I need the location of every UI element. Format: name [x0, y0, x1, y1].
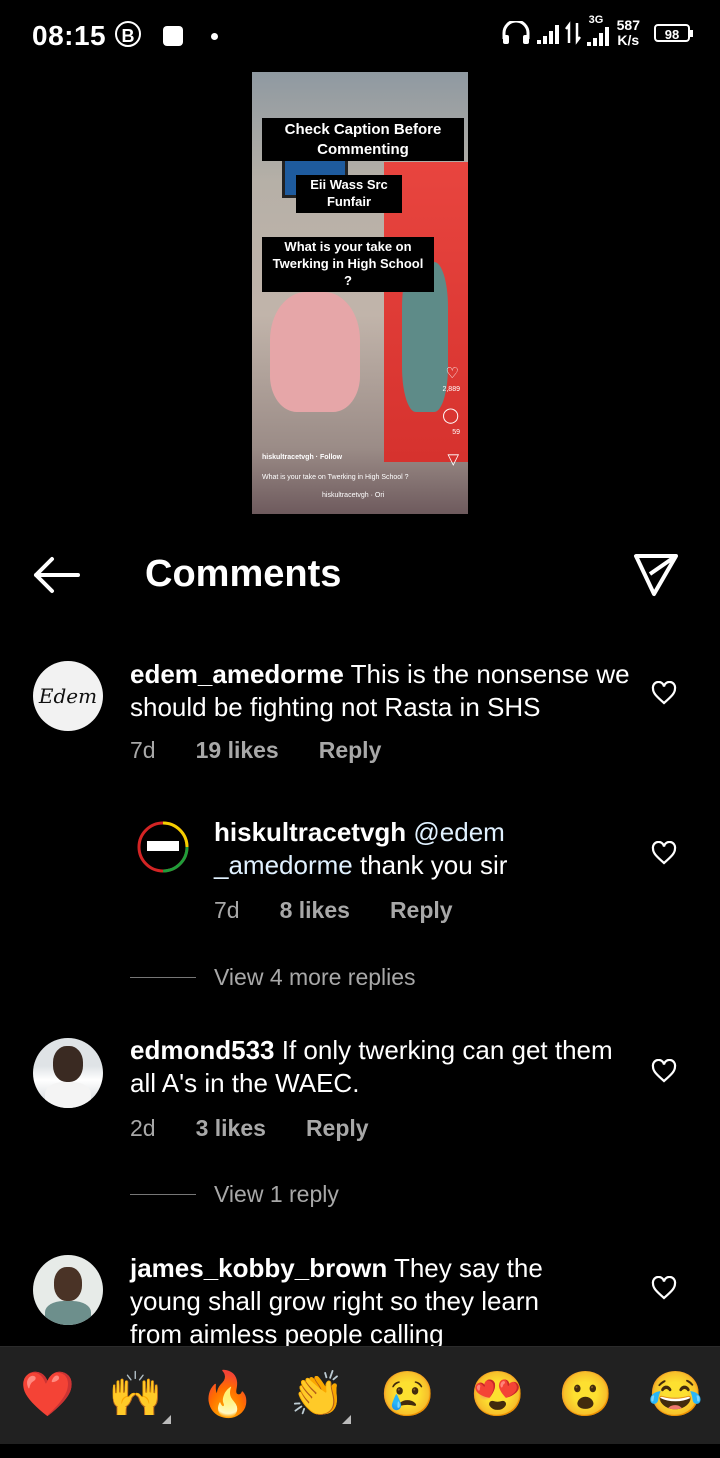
emoji-laughing-button[interactable]: 😂 — [648, 1369, 703, 1421]
send-icon[interactable] — [632, 552, 680, 598]
reply-meta: 7d 8 likes Reply — [214, 897, 453, 924]
comment-username[interactable]: james_kobby_brown — [130, 1253, 387, 1283]
reply-time: 7d — [214, 897, 240, 923]
comment-item: james_kobby_brown They say the young sha… — [0, 1250, 720, 1346]
like-heart-icon[interactable] — [651, 1276, 677, 1300]
navigation-bar — [0, 1444, 720, 1458]
notification-icon — [163, 26, 183, 46]
more-notifications-dot-icon — [211, 33, 218, 40]
status-bar: 08:15 B 3G 587 K/s 98 — [0, 0, 720, 72]
preview-post-caption: What is your take on Twerking in High Sc… — [262, 474, 409, 481]
preview-likes: 2,889 — [442, 386, 460, 393]
signal-icon-2: 3G — [586, 14, 609, 46]
page-title: Comments — [145, 553, 342, 595]
preview-footer: hiskultracetvgh · Ori — [322, 492, 385, 499]
view-replies-label[interactable]: View 4 more replies — [214, 964, 416, 991]
preview-comments: 59 — [452, 429, 460, 436]
like-heart-icon[interactable] — [651, 1059, 677, 1083]
preview-share-icon: ▽ — [447, 451, 459, 468]
divider — [130, 1194, 196, 1195]
comment-time: 2d — [130, 1115, 156, 1141]
video-preview[interactable]: Check Caption Before Commenting Eii Wass… — [252, 72, 468, 514]
reply-button[interactable]: Reply — [390, 897, 453, 924]
comment-text: edem_amedorme This is the nonsense we sh… — [130, 658, 630, 724]
reply-likes[interactable]: 8 likes — [280, 897, 350, 924]
emoji-reaction-bar: ❤️ 🙌 🔥 👏 😢 😍 😮 😂 — [0, 1346, 720, 1445]
emoji-surprised-button[interactable]: 😮 — [558, 1369, 613, 1421]
comment-likes[interactable]: 3 likes — [196, 1115, 266, 1142]
like-heart-icon[interactable] — [651, 681, 677, 705]
signal-icon-1 — [536, 22, 559, 44]
comment-time: 7d — [130, 737, 156, 763]
speed-unit: K/s — [617, 32, 640, 48]
reply-content: thank you sir — [359, 850, 508, 880]
view-more-replies[interactable]: View 4 more replies — [130, 964, 416, 991]
skin-tone-indicator-icon — [342, 1415, 351, 1424]
b-badge-icon: B — [115, 21, 141, 47]
comment-meta: 7d 19 likes Reply — [130, 737, 381, 764]
headphones-icon — [502, 21, 530, 44]
network-speed: 587 K/s — [617, 18, 640, 48]
data-transfer-icon — [564, 21, 581, 45]
preview-account: hiskultracetvgh · Follow — [262, 454, 343, 461]
status-indicators: 3G 587 K/s 98 — [501, 14, 693, 48]
emoji-heart-button[interactable]: ❤️ — [20, 1369, 75, 1421]
avatar[interactable] — [33, 1255, 103, 1325]
comment-likes[interactable]: 19 likes — [196, 737, 279, 764]
preview-figure-1 — [270, 292, 360, 412]
emoji-clapping-button[interactable]: 👏 — [290, 1369, 345, 1421]
reply-username[interactable]: hiskultracetvgh — [214, 817, 406, 847]
comment-username[interactable]: edmond533 — [130, 1035, 275, 1065]
network-type: 3G — [588, 14, 604, 26]
comment-text: edmond533 If only twerking can get them … — [130, 1034, 630, 1100]
avatar[interactable] — [33, 1038, 103, 1108]
back-arrow-icon[interactable] — [30, 554, 82, 596]
comment-meta: 2d 3 likes Reply — [130, 1115, 369, 1142]
preview-caption-3: What is your take on Twerking in High Sc… — [262, 237, 434, 292]
status-time: 08:15 — [32, 20, 107, 51]
emoji-raised-hands-button[interactable]: 🙌 — [108, 1369, 163, 1421]
emoji-fire-button[interactable]: 🔥 — [200, 1369, 255, 1421]
comments-header: Comments — [0, 540, 720, 610]
reply-button[interactable]: Reply — [306, 1115, 369, 1142]
battery-icon: 98 — [654, 24, 693, 42]
reply-button[interactable]: Reply — [319, 737, 382, 764]
avatar[interactable]: Edem — [33, 661, 103, 731]
avatar-text: Edem — [38, 684, 98, 708]
reply-text: hiskultracetvgh @edem _amedorme thank yo… — [214, 816, 634, 882]
divider — [130, 977, 196, 978]
preview-caption-2: Eii Wass Src Funfair — [296, 175, 402, 213]
skin-tone-indicator-icon — [162, 1415, 171, 1424]
comment-text: james_kobby_brown They say the young sha… — [130, 1252, 590, 1346]
preview-heart-icon: ♡ — [445, 365, 459, 382]
emoji-heart-eyes-button[interactable]: 😍 — [470, 1369, 525, 1421]
avatar[interactable] — [136, 820, 190, 874]
hst-logo-icon — [137, 821, 189, 873]
preview-caption-1: Check Caption Before Commenting — [262, 118, 464, 161]
view-replies-label[interactable]: View 1 reply — [214, 1181, 339, 1208]
comment-username[interactable]: edem_amedorme — [130, 659, 344, 689]
preview-comment-icon: ◯ — [442, 407, 459, 424]
view-more-replies[interactable]: View 1 reply — [130, 1181, 339, 1208]
emoji-crying-button[interactable]: 😢 — [380, 1369, 435, 1421]
like-heart-icon[interactable] — [651, 841, 677, 865]
speed-value: 587 — [616, 17, 640, 33]
